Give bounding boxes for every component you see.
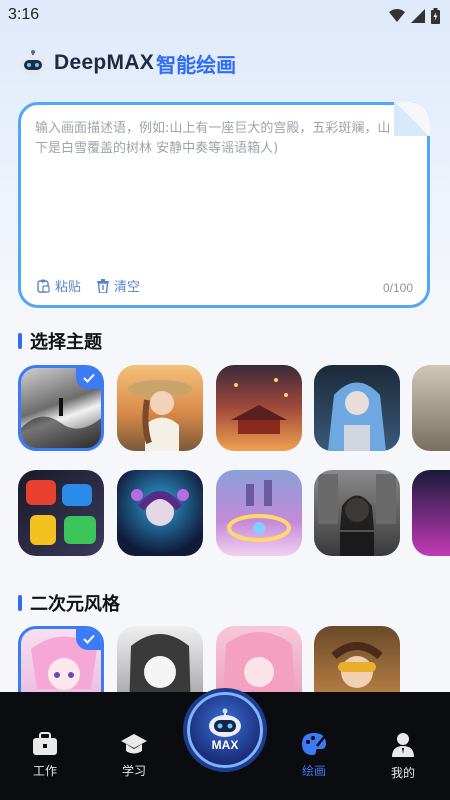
- selected-check-icon: [76, 368, 101, 389]
- theme-thumb-palace[interactable]: [216, 365, 302, 451]
- battery-icon: [431, 8, 440, 24]
- selected-check-icon: [76, 629, 101, 650]
- nav-label: 绘画: [301, 764, 326, 778]
- robot-logo-icon: [20, 50, 46, 75]
- briefcase-icon: [33, 732, 57, 755]
- section-title-themes: 选择主题: [18, 328, 102, 354]
- signal-icon: [411, 9, 425, 23]
- palette-icon: [302, 733, 326, 755]
- status-icons: [389, 8, 440, 24]
- section-accent-bar: [18, 333, 22, 349]
- clear-label: 清空: [114, 280, 141, 295]
- wifi-icon: [389, 9, 405, 22]
- nav-label: 我的: [390, 766, 415, 780]
- blue-hair-girl-image: [328, 382, 386, 451]
- nav-item-drawing[interactable]: 绘画: [284, 732, 344, 779]
- brand-name-cn: 智能绘画: [156, 52, 237, 77]
- section-accent-bar: [18, 595, 22, 611]
- paste-icon: [37, 279, 50, 293]
- paste-label: 粘贴: [55, 280, 82, 295]
- robot-icon: [209, 708, 241, 737]
- theme-thumb-fantasy-castle[interactable]: [216, 470, 302, 556]
- graduation-cap-icon: [121, 734, 147, 754]
- trash-icon: [97, 278, 110, 293]
- theme-thumb-ink[interactable]: [18, 365, 104, 451]
- theme-thumb-girl-hat[interactable]: [117, 365, 203, 451]
- nav-item-work[interactable]: 工作: [15, 732, 75, 779]
- prompt-input-card[interactable]: 输入画面描述语，例如:山上有一座巨大的宫殿，五彩斑斓，山下是白雪覆盖的树林 安静…: [18, 102, 430, 308]
- theme-thumb-neon-girl[interactable]: [117, 470, 203, 556]
- palace-lanterns-image: [231, 378, 288, 434]
- status-time: 3:16: [8, 6, 40, 23]
- prompt-placeholder[interactable]: 输入画面描述语，例如:山上有一座巨大的宫殿，五彩斑斓，山下是白雪覆盖的树林 安静…: [35, 119, 401, 159]
- section-title-anime: 二次元风格: [18, 590, 120, 616]
- brand-name-en: DeepMAX: [54, 51, 155, 74]
- neon-girl-image: [131, 489, 189, 526]
- nav-label: 工作: [32, 764, 57, 778]
- paste-button[interactable]: 粘贴: [37, 276, 81, 295]
- section-title-text: 选择主题: [30, 332, 102, 353]
- graffiti-image: [26, 480, 96, 545]
- app-brand: DeepMAX 智能绘画: [18, 46, 236, 80]
- char-counter: 0/100: [382, 281, 413, 295]
- fantasy-castle-image: [227, 480, 291, 542]
- theme-thumb-partial-1[interactable]: [412, 365, 450, 451]
- max-label: MAX: [211, 738, 239, 752]
- bottom-navigation: 工作 学习 MAX 绘画 我的: [0, 692, 450, 800]
- max-center-button[interactable]: MAX: [187, 692, 263, 768]
- status-bar: 3:16: [0, 0, 450, 32]
- clear-button[interactable]: 清空: [97, 276, 140, 295]
- theme-thumb-gothic[interactable]: [314, 470, 400, 556]
- user-icon: [392, 733, 414, 757]
- prompt-actions: 粘贴 清空: [37, 276, 140, 295]
- girl-with-hat-image: [128, 380, 192, 451]
- section-title-text: 二次元风格: [30, 594, 120, 615]
- theme-thumb-graffiti[interactable]: [18, 470, 104, 556]
- nav-item-study[interactable]: 学习: [104, 732, 164, 779]
- nav-label: 学习: [121, 764, 146, 778]
- theme-thumb-partial-2[interactable]: [412, 470, 450, 556]
- nav-item-mine[interactable]: 我的: [373, 732, 433, 781]
- gothic-girl-image: [318, 474, 396, 556]
- theme-thumb-blue-hair[interactable]: [314, 365, 400, 451]
